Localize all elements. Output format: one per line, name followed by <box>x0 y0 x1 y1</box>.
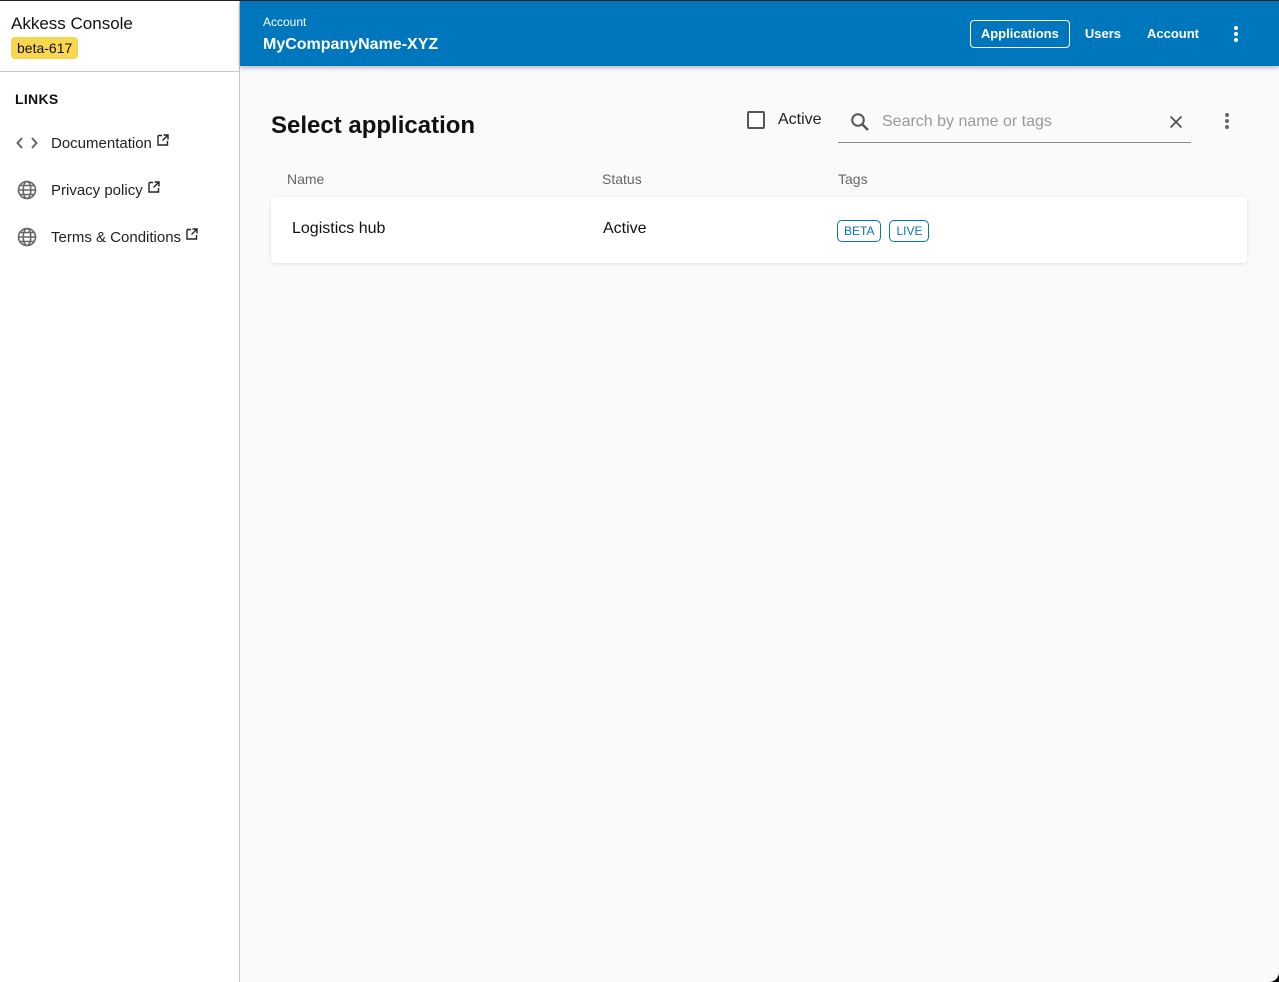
tag-list: BETA LIVE <box>837 220 930 242</box>
column-header-status[interactable]: Status <box>602 171 642 187</box>
link-label: Documentation <box>51 134 152 152</box>
link-label: Terms & Conditions <box>51 228 182 246</box>
app-title: Akkess Console <box>11 14 133 33</box>
more-vert-icon[interactable] <box>1224 20 1248 48</box>
external-link-icon <box>157 134 169 146</box>
nav-users[interactable]: Users <box>1074 20 1132 48</box>
links-heading: LINKS <box>15 91 59 107</box>
search-icon <box>848 110 872 134</box>
list-options-icon[interactable] <box>1215 109 1239 133</box>
env-badge: beta-617 <box>11 37 79 59</box>
sidebar-link-terms-conditions[interactable]: Terms & Conditions <box>15 225 198 249</box>
nav-account[interactable]: Account <box>1136 20 1210 48</box>
column-header-name[interactable]: Name <box>287 171 324 187</box>
active-checkbox[interactable] <box>747 111 765 129</box>
clear-icon[interactable] <box>1164 110 1188 134</box>
search-field <box>838 101 1191 143</box>
link-label: Privacy policy <box>51 181 143 199</box>
app-window: Akkess Console beta-617 LINKS Documentat… <box>0 0 1279 982</box>
table-row[interactable]: Logistics hub Active BETA LIVE <box>271 197 1247 263</box>
account-label: Account <box>263 15 307 29</box>
column-header-tags: Tags <box>838 171 868 187</box>
tag-chip: LIVE <box>889 220 930 242</box>
top-bar: Account MyCompanyName-XYZ Applications U… <box>240 1 1279 66</box>
account-name: MyCompanyName-XYZ <box>263 36 439 53</box>
brand: Akkess Console beta-617 <box>0 1 239 72</box>
external-link-icon <box>148 181 160 193</box>
active-filter-label: Active <box>778 111 822 128</box>
external-link-icon <box>186 228 198 240</box>
globe-icon <box>15 178 39 202</box>
top-nav: Applications Users Account <box>969 19 1279 48</box>
page-title: Select application <box>271 112 476 139</box>
sidebar-link-privacy-policy[interactable]: Privacy policy <box>15 178 160 202</box>
app-status: Active <box>603 220 647 237</box>
sidebar: Akkess Console beta-617 LINKS Documentat… <box>0 1 240 982</box>
active-filter[interactable]: Active <box>747 111 822 129</box>
nav-applications[interactable]: Applications <box>969 19 1070 48</box>
sidebar-link-documentation[interactable]: Documentation <box>15 131 169 155</box>
app-name: Logistics hub <box>292 220 386 237</box>
search-input[interactable] <box>882 112 1164 131</box>
tag-chip: BETA <box>837 220 882 242</box>
globe-icon <box>15 225 39 249</box>
code-icon <box>15 131 39 155</box>
